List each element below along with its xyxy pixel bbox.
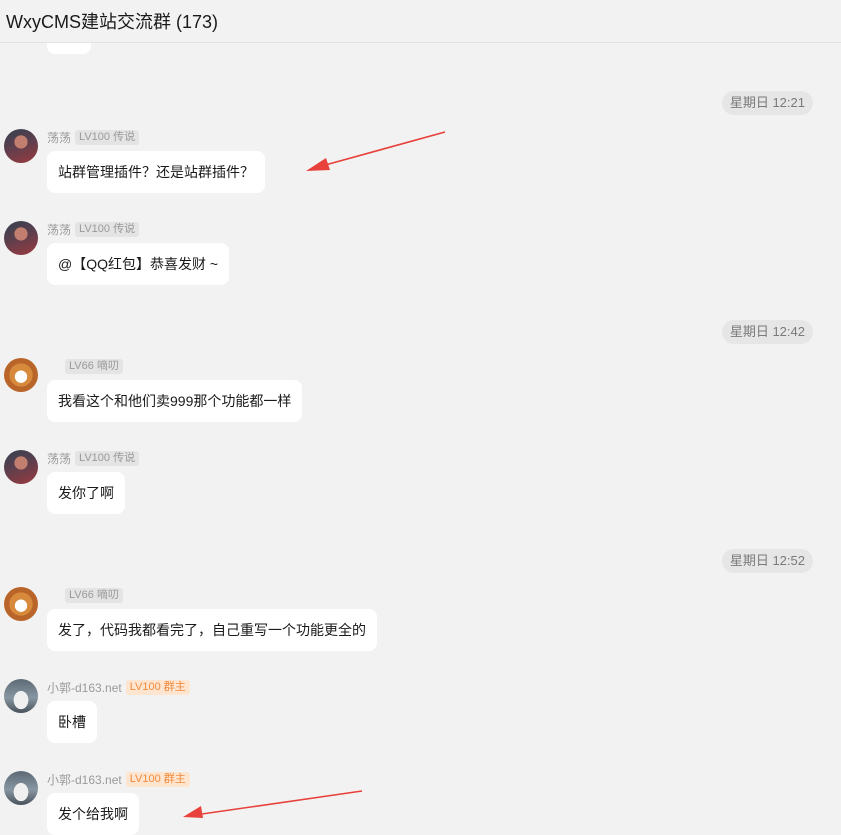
avatar[interactable] bbox=[4, 358, 38, 392]
message-bubble[interactable]: 发个给我啊 bbox=[47, 793, 139, 835]
timestamp-divider: 星期日 12:21 bbox=[721, 91, 813, 115]
avatar[interactable] bbox=[4, 587, 38, 621]
message-bubble[interactable]: 站群管理插件？还是站群插件？ bbox=[47, 151, 265, 193]
sender-name[interactable]: 荡荡 bbox=[47, 221, 71, 238]
timestamp-divider: 星期日 12:42 bbox=[721, 320, 813, 344]
message-bubble[interactable]: 发了，代码我都看完了，自己重写一个功能更全的 bbox=[47, 609, 377, 651]
group-owner-badge: LV100 群主 bbox=[125, 679, 190, 695]
avatar[interactable] bbox=[4, 450, 38, 484]
avatar[interactable] bbox=[4, 679, 38, 713]
sender-name[interactable]: 荡荡 bbox=[47, 129, 71, 146]
sender-name[interactable]: 小郭-d163.net bbox=[47, 771, 122, 788]
sender-name[interactable]: 小郭-d163.net bbox=[47, 679, 122, 696]
avatar[interactable] bbox=[4, 221, 38, 255]
red-arrow-annotation bbox=[306, 131, 446, 171]
member-level-badge: LV100 传说 bbox=[75, 129, 140, 145]
red-arrow-annotation bbox=[183, 790, 363, 818]
member-level-badge: LV100 传说 bbox=[75, 450, 140, 466]
message-bubble[interactable]: 我看这个和他们卖999那个功能都一样 bbox=[47, 380, 303, 422]
avatar[interactable] bbox=[4, 771, 38, 805]
member-level-badge: LV100 传说 bbox=[75, 221, 140, 237]
message-bubble[interactable]: @【QQ红包】恭喜发财 ~ bbox=[47, 243, 230, 285]
message-bubble[interactable]: 卧槽 bbox=[47, 701, 97, 743]
avatar[interactable] bbox=[4, 129, 38, 163]
chat-area[interactable]: 星期日 12:21 荡荡 LV100 传说 站群管理插件？还是站群插件？ 荡荡 … bbox=[0, 0, 841, 835]
member-level-badge: LV66 嘀叨 bbox=[65, 358, 123, 374]
timestamp-divider: 星期日 12:52 bbox=[721, 549, 813, 573]
message-bubble[interactable]: 发你了啊 bbox=[47, 472, 125, 514]
group-owner-badge: LV100 群主 bbox=[125, 771, 190, 787]
sender-name[interactable]: 荡荡 bbox=[47, 450, 71, 467]
group-title[interactable]: WxyCMS建站交流群 (173) bbox=[6, 8, 218, 34]
chat-header: WxyCMS建站交流群 (173) bbox=[0, 0, 841, 43]
member-level-badge: LV66 嘀叨 bbox=[65, 587, 123, 603]
